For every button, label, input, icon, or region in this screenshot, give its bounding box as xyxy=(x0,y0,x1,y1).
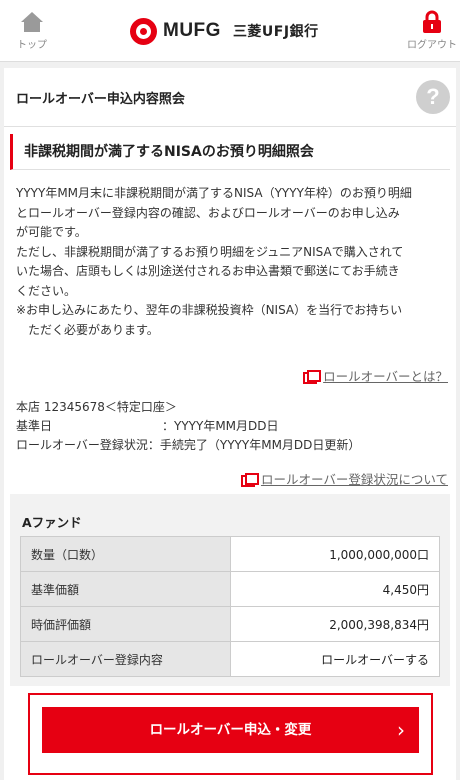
chevron-right-icon: › xyxy=(397,718,405,742)
home-label: トップ xyxy=(17,40,47,51)
table-row: 基準価額 4,450円 xyxy=(20,571,440,607)
page-title: ロールオーバー申込内容照会 xyxy=(16,92,185,107)
logout-label: ログアウト xyxy=(407,40,457,51)
row-label: ロールオーバー登録内容 xyxy=(20,641,231,677)
description-line: ください。 xyxy=(16,283,77,298)
mufg-logo-icon xyxy=(130,17,157,45)
cta-frame: ロールオーバー申込・変更 › xyxy=(28,693,433,775)
logout-button[interactable]: ログアウト xyxy=(404,10,460,51)
fund-panel: Aファンド 数量（口数） 1,000,000,000口 基準価額 4,450円 … xyxy=(10,494,450,686)
status-label: ロールオーバー登録状況 xyxy=(16,438,148,452)
branch-account: 本店 12345678＜特定口座＞ xyxy=(16,400,177,414)
description-line: YYYY年MM月末に非課税期間が満了するNISA（YYYY年枠）のお預り明細 xyxy=(16,186,412,200)
account-info: 本店 12345678＜特定口座＞ 基準日 ：YYYY年MM月DD日 ロールオー… xyxy=(16,398,360,455)
row-value: 2,000,398,834円 xyxy=(230,606,440,642)
external-window-icon xyxy=(240,473,259,487)
base-date-value: ：YYYY年MM月DD日 xyxy=(162,419,279,433)
row-label: 基準価額 xyxy=(20,571,231,607)
row-label: 数量（口数） xyxy=(20,536,231,572)
rollover-about-link[interactable]: ロールオーバーとは？ xyxy=(303,366,448,385)
fund-table: 数量（口数） 1,000,000,000口 基準価額 4,450円 時価評価額 … xyxy=(20,536,440,677)
app-header: トップ MUFG 三菱UFJ銀行 ログアウト xyxy=(0,0,460,62)
rollover-status-link-text[interactable]: ロールオーバー登録状況について xyxy=(261,469,448,488)
logo-text-en: MUFG xyxy=(163,20,221,41)
table-row: 数量（口数） 1,000,000,000口 xyxy=(20,536,440,572)
status-value: ：手続完了（YYYY年MM月DD日更新） xyxy=(147,438,361,452)
rollover-status-link[interactable]: ロールオーバー登録状況について xyxy=(240,469,448,488)
row-value: ロールオーバーする xyxy=(230,641,440,677)
description-line: ただく必要があります。 xyxy=(28,322,159,337)
description-text: YYYY年MM月末に非課税期間が満了するNISA（YYYY年枠）のお預り明細 と… xyxy=(16,184,446,340)
description-line: いた場合、店頭もしくは別途送付されるお申込書類で郵送にてお手続き xyxy=(16,264,400,278)
section-heading: 非課税期間が満了するNISAのお預り明細照会 xyxy=(10,134,450,170)
home-button[interactable]: トップ xyxy=(4,10,60,51)
rollover-about-link-text[interactable]: ロールオーバーとは？ xyxy=(323,366,448,385)
rollover-apply-label: ロールオーバー申込・変更 xyxy=(149,722,312,738)
description-line: とロールオーバー登録内容の確認、およびロールオーバーのお申し込み xyxy=(16,205,400,220)
divider xyxy=(4,126,456,127)
home-icon xyxy=(21,12,43,32)
row-value: 1,000,000,000口 xyxy=(230,536,440,572)
description-line: ※お申し込みにあたり、翌年の非課税投資枠（NISA）を当行でお持ちい xyxy=(16,303,403,317)
lock-icon xyxy=(423,10,441,33)
content-card: ロールオーバー申込内容照会 ? 非課税期間が満了するNISAのお預り明細照会 Y… xyxy=(4,68,456,780)
help-icon[interactable]: ? xyxy=(416,80,450,114)
external-window-icon xyxy=(303,370,322,384)
table-row: 時価評価額 2,000,398,834円 xyxy=(20,606,440,642)
row-label: 時価評価額 xyxy=(20,606,231,642)
bank-logo: MUFG 三菱UFJ銀行 xyxy=(130,16,319,46)
description-line: ただし、非課税期間が満了するお預り明細をジュニアNISAで購入されて xyxy=(16,244,404,259)
table-row: ロールオーバー登録内容 ロールオーバーする xyxy=(20,641,440,677)
base-date-label: 基準日 xyxy=(16,419,53,433)
row-value: 4,450円 xyxy=(230,571,440,607)
logo-text-jp: 三菱UFJ銀行 xyxy=(232,24,319,40)
fund-name: Aファンド xyxy=(22,515,82,530)
rollover-apply-button[interactable]: ロールオーバー申込・変更 › xyxy=(42,707,419,753)
description-line: が可能です。 xyxy=(16,225,87,239)
